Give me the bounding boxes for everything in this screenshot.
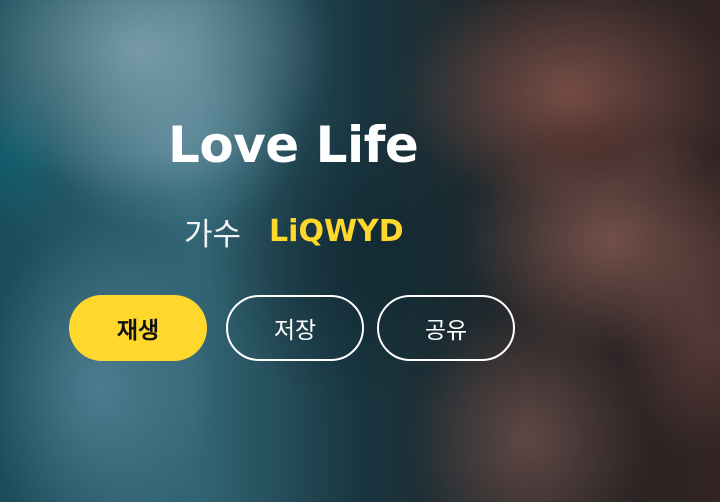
save-button-label: 저장 bbox=[273, 318, 317, 344]
share-button[interactable]: 공유 bbox=[377, 295, 515, 361]
artist-label: 가수 bbox=[184, 216, 242, 253]
song-detail-screen: Love Life 가수 LiQWYD 재생 저장 공유 bbox=[0, 0, 720, 502]
save-button[interactable]: 저장 bbox=[226, 295, 364, 361]
artist-row: 가수 LiQWYD bbox=[184, 208, 404, 254]
share-button-label: 공유 bbox=[424, 318, 468, 344]
play-button-label: 재생 bbox=[116, 318, 160, 344]
song-title: Love Life bbox=[168, 116, 419, 174]
artist-name-link[interactable]: LiQWYD bbox=[269, 214, 404, 249]
play-button[interactable]: 재생 bbox=[69, 295, 207, 361]
